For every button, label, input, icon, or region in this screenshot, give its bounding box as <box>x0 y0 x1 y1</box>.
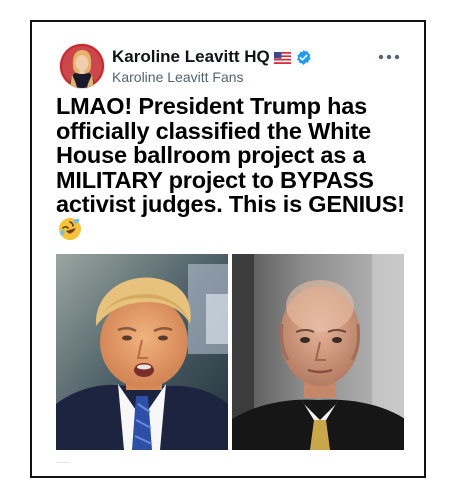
display-name[interactable]: Karoline Leavitt HQ <box>112 47 270 67</box>
name-row: Karoline Leavitt HQ <box>112 47 312 67</box>
rolling-on-floor-laughing-emoji-icon <box>58 217 82 241</box>
tweet-media[interactable] <box>56 254 404 450</box>
us-flag-icon <box>273 51 291 64</box>
verified-badge-icon <box>295 49 312 66</box>
tweet-card[interactable]: Karoline Leavitt HQ Karoline Leavitt Fan… <box>30 20 426 478</box>
tweet-text-content: LMAO! President Trump has officially cla… <box>56 93 405 217</box>
media-photo-right[interactable] <box>231 254 404 450</box>
tweet-text: LMAO! President Trump has officially cla… <box>56 94 406 241</box>
more-horizontal-icon[interactable] <box>376 48 402 66</box>
tweet-header: Karoline Leavitt HQ Karoline Leavitt Fan… <box>56 44 402 90</box>
avatar[interactable] <box>60 44 104 88</box>
media-photo-left[interactable] <box>56 254 229 450</box>
bottom-divider <box>56 462 70 463</box>
avatar-image <box>60 44 104 88</box>
handle[interactable]: Karoline Leavitt Fans <box>112 69 244 85</box>
